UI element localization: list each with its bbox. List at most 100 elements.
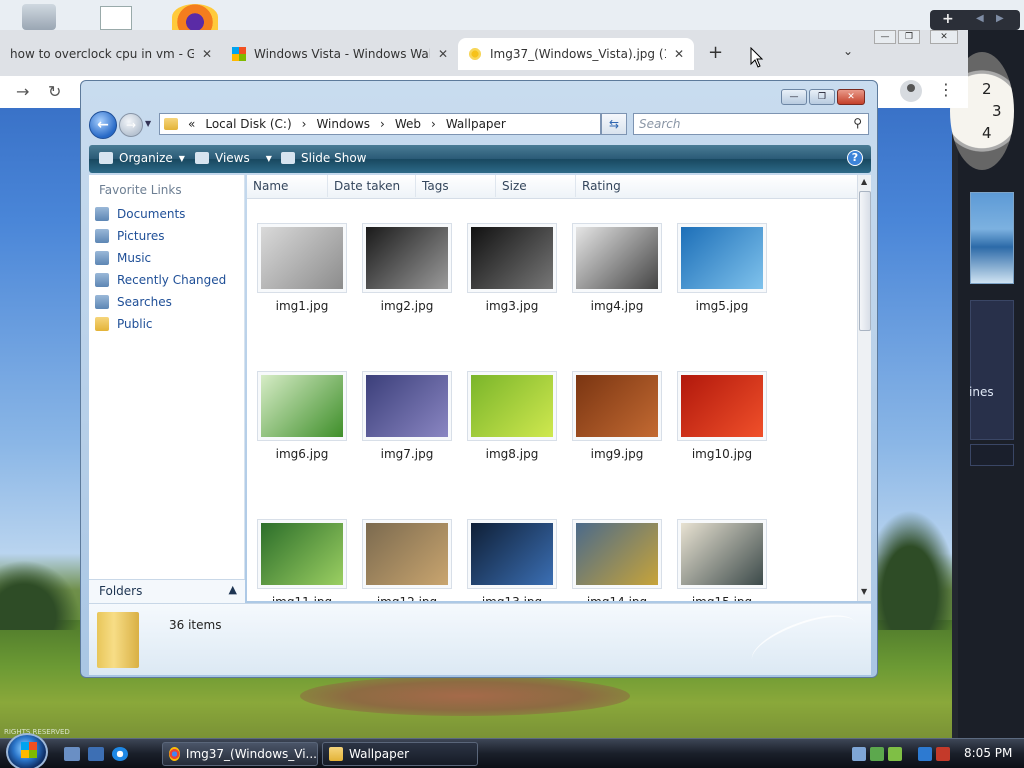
minimize-button[interactable]: — bbox=[781, 89, 807, 105]
file-name[interactable]: img7.jpg bbox=[352, 447, 462, 461]
file-name[interactable]: img15.jpg bbox=[667, 595, 777, 601]
file-name[interactable]: img13.jpg bbox=[457, 595, 567, 601]
taskbar-button-wallpaper[interactable]: Wallpaper bbox=[322, 742, 478, 766]
help-icon[interactable]: ? bbox=[847, 150, 863, 166]
favorite-pictures[interactable]: Pictures bbox=[95, 229, 165, 243]
document-icon[interactable] bbox=[100, 6, 132, 30]
breadcrumb-separator[interactable]: › bbox=[302, 117, 307, 131]
scroll-down-icon[interactable]: ▼ bbox=[861, 587, 867, 596]
file-name[interactable]: img11.jpg bbox=[247, 595, 357, 601]
breadcrumb-wallpaper[interactable]: Wallpaper bbox=[446, 117, 506, 131]
forward-icon[interactable]: → bbox=[16, 82, 29, 101]
restore-button[interactable]: ❐ bbox=[898, 30, 920, 44]
file-thumbnail[interactable] bbox=[467, 371, 557, 441]
file-name[interactable]: img14.jpg bbox=[562, 595, 672, 601]
file-name[interactable]: img10.jpg bbox=[667, 447, 777, 461]
internet-explorer-icon[interactable] bbox=[112, 747, 128, 761]
tab-google-search[interactable]: how to overclock cpu in vm - Go ✕ bbox=[0, 38, 222, 70]
close-tab-icon[interactable]: ✕ bbox=[674, 47, 684, 61]
file-name[interactable]: img2.jpg bbox=[352, 299, 462, 313]
favorite-recently-changed[interactable]: Recently Changed bbox=[95, 273, 226, 287]
favorite-public[interactable]: Public bbox=[95, 317, 153, 331]
tray-monitor-icon[interactable] bbox=[918, 747, 932, 761]
file-name[interactable]: img4.jpg bbox=[562, 299, 672, 313]
clock-time[interactable]: 8:05 PM bbox=[964, 746, 1012, 760]
organize-button[interactable]: Organize ▼ bbox=[99, 151, 185, 165]
file-name[interactable]: img12.jpg bbox=[352, 595, 462, 601]
breadcrumb-separator[interactable]: › bbox=[380, 117, 385, 131]
file-thumbnail[interactable] bbox=[572, 223, 662, 293]
tab-windows-vista-wallpaper[interactable]: Windows Vista - Windows Wallp ✕ bbox=[222, 38, 458, 70]
file-thumbnail[interactable] bbox=[467, 223, 557, 293]
close-tab-icon[interactable]: ✕ bbox=[202, 47, 212, 61]
column-tags[interactable]: Tags bbox=[415, 175, 449, 197]
file-thumbnail[interactable] bbox=[677, 519, 767, 589]
file-name[interactable]: img9.jpg bbox=[562, 447, 672, 461]
file-name[interactable]: img3.jpg bbox=[457, 299, 567, 313]
file-thumbnail[interactable] bbox=[362, 223, 452, 293]
file-thumbnail[interactable] bbox=[467, 519, 557, 589]
column-size[interactable]: Size bbox=[495, 175, 527, 197]
file-thumbnail[interactable] bbox=[572, 371, 662, 441]
refresh-icon[interactable]: ↻ bbox=[48, 82, 61, 101]
address-bar[interactable]: « Local Disk (C:) › Windows › Web › Wall… bbox=[159, 113, 675, 135]
maximize-button[interactable]: ❐ bbox=[809, 89, 835, 105]
taskbar-button-browser[interactable]: Img37_(Windows_Vi... bbox=[162, 742, 318, 766]
minimize-button[interactable]: — bbox=[874, 30, 896, 44]
close-button[interactable]: ✕ bbox=[837, 89, 865, 105]
search-input[interactable]: Search ⚲ bbox=[633, 113, 869, 135]
scroll-up-icon[interactable]: ▲ bbox=[861, 177, 867, 186]
favorite-music[interactable]: Music bbox=[95, 251, 151, 265]
column-date-taken[interactable]: Date taken bbox=[327, 175, 400, 197]
file-thumbnail[interactable] bbox=[257, 223, 347, 293]
scroll-thumb[interactable] bbox=[859, 191, 871, 331]
file-name[interactable]: img1.jpg bbox=[247, 299, 357, 313]
menu-icon[interactable]: ⋮ bbox=[938, 80, 954, 99]
feed-headlines-gadget[interactable]: ines bbox=[969, 300, 1014, 440]
breadcrumb-separator[interactable]: › bbox=[431, 117, 436, 131]
tray-network-icon[interactable] bbox=[852, 747, 866, 761]
tray-app-icon[interactable] bbox=[888, 747, 902, 761]
tray-sync-icon[interactable] bbox=[870, 747, 884, 761]
switch-windows-icon[interactable] bbox=[88, 747, 104, 761]
file-name[interactable]: img8.jpg bbox=[457, 447, 567, 461]
profile-avatar[interactable] bbox=[900, 80, 922, 102]
breadcrumb-local-disk[interactable]: Local Disk (C:) bbox=[205, 117, 291, 131]
favorite-searches[interactable]: Searches bbox=[95, 295, 172, 309]
slideshow-button[interactable]: Slide Show bbox=[281, 151, 366, 165]
close-tab-icon[interactable]: ✕ bbox=[438, 47, 448, 61]
address-chevron[interactable]: « bbox=[188, 117, 195, 131]
file-thumbnail[interactable] bbox=[362, 519, 452, 589]
file-thumbnail[interactable] bbox=[677, 223, 767, 293]
close-button[interactable]: ✕ bbox=[930, 30, 958, 44]
show-desktop-icon[interactable] bbox=[64, 747, 80, 761]
firefox-icon[interactable] bbox=[172, 4, 218, 30]
tray-volume-muted-icon[interactable] bbox=[936, 747, 950, 761]
start-button[interactable] bbox=[6, 733, 48, 768]
breadcrumb-windows[interactable]: Windows bbox=[316, 117, 370, 131]
file-thumbnail[interactable] bbox=[677, 371, 767, 441]
new-tab-button[interactable]: + bbox=[708, 42, 723, 63]
views-button[interactable]: Views ▼ bbox=[195, 151, 272, 165]
file-thumbnail[interactable] bbox=[257, 371, 347, 441]
file-name[interactable]: img6.jpg bbox=[247, 447, 357, 461]
forward-button[interactable]: → bbox=[119, 113, 143, 137]
folders-toggle[interactable]: Folders ▲ bbox=[89, 579, 245, 603]
file-thumbnail[interactable] bbox=[362, 371, 452, 441]
next-gadget-icon[interactable]: ▶ bbox=[996, 13, 1004, 24]
column-rating[interactable]: Rating bbox=[575, 175, 675, 197]
add-gadget-button[interactable]: + bbox=[942, 11, 954, 27]
tab-search-button[interactable]: ⌄ bbox=[843, 44, 853, 58]
vertical-scrollbar[interactable]: ▲ ▼ bbox=[857, 175, 871, 601]
recent-pages-dropdown-icon[interactable]: ▼ bbox=[145, 119, 151, 128]
back-button[interactable]: ← bbox=[89, 111, 117, 139]
file-thumbnail[interactable] bbox=[572, 519, 662, 589]
file-name[interactable]: img5.jpg bbox=[667, 299, 777, 313]
favorite-documents[interactable]: Documents bbox=[95, 207, 185, 221]
breadcrumb-web[interactable]: Web bbox=[395, 117, 421, 131]
recycle-bin-icon[interactable] bbox=[22, 4, 56, 30]
tab-img37[interactable]: Img37_(Windows_Vista).jpg (192 ✕ bbox=[458, 38, 694, 70]
column-name[interactable]: Name bbox=[253, 179, 288, 193]
previous-gadget-icon[interactable]: ◀ bbox=[976, 13, 984, 24]
search-icon[interactable]: ⚲ bbox=[853, 116, 862, 130]
